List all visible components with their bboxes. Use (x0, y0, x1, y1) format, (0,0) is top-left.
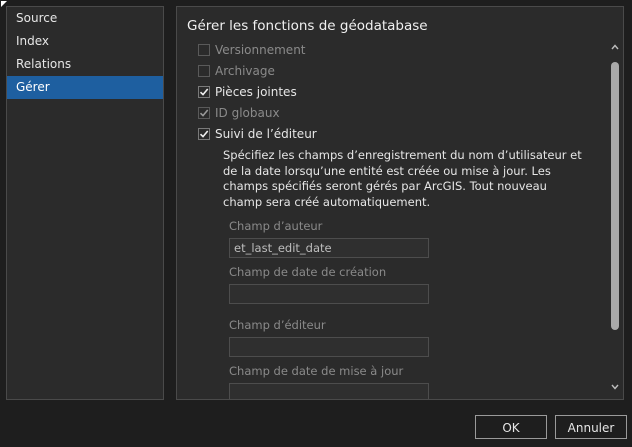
archiving-checkbox[interactable] (198, 65, 210, 77)
cancel-button[interactable]: Annuler (555, 415, 627, 439)
creator-field-label: Champ d’auteur (229, 219, 323, 233)
checkmark-icon (199, 88, 209, 96)
sidebar-item-gerer[interactable]: Gérer (7, 76, 163, 99)
global-ids-checkbox[interactable] (198, 107, 210, 119)
vertical-scrollbar[interactable] (609, 41, 621, 393)
global-ids-checkbox-row[interactable]: ID globaux (198, 105, 280, 121)
archiving-checkbox-row[interactable]: Archivage (198, 63, 275, 79)
creation-date-field-input[interactable] (229, 284, 429, 304)
sidebar-item-relations[interactable]: Relations (7, 53, 163, 76)
creation-date-field-label: Champ de date de création (229, 265, 387, 279)
scroll-up-arrow-icon[interactable] (609, 41, 621, 53)
scrollbar-thumb[interactable] (611, 62, 619, 330)
global-ids-label: ID globaux (215, 106, 280, 120)
attachments-label: Pièces jointes (215, 85, 297, 99)
versioning-label: Versionnement (215, 43, 306, 57)
archiving-label: Archivage (215, 64, 275, 78)
manage-panel: Gérer les fonctions de géodatabase Versi… (176, 6, 624, 400)
edit-date-field-label: Champ de date de mise à jour (229, 364, 404, 378)
versioning-checkbox[interactable] (198, 44, 210, 56)
page-title: Gérer les fonctions de géodatabase (187, 18, 428, 34)
ok-button[interactable]: OK (475, 415, 547, 439)
versioning-checkbox-row[interactable]: Versionnement (198, 42, 306, 58)
attachments-checkbox-row[interactable]: Pièces jointes (198, 84, 297, 100)
sidebar-item-source[interactable]: Source (7, 7, 163, 30)
editor-tracking-checkbox-row[interactable]: Suivi de l’éditeur (198, 126, 317, 142)
attachments-checkbox[interactable] (198, 86, 210, 98)
sidebar-item-index[interactable]: Index (7, 30, 163, 53)
editor-tracking-label: Suivi de l’éditeur (215, 127, 317, 141)
editor-tracking-description: Spécifiez les champs d’enregistrement du… (223, 148, 582, 209)
editor-field-input[interactable] (229, 337, 429, 357)
editor-field-label: Champ d’éditeur (229, 318, 326, 332)
checkmark-icon (199, 130, 209, 138)
sidebar: Source Index Relations Gérer (6, 6, 164, 400)
checkmark-icon (199, 109, 209, 117)
edit-date-field-input[interactable] (229, 383, 429, 399)
creator-field-input[interactable]: et_last_edit_date (229, 238, 429, 258)
scroll-down-arrow-icon[interactable] (609, 381, 621, 393)
editor-tracking-checkbox[interactable] (198, 128, 210, 140)
